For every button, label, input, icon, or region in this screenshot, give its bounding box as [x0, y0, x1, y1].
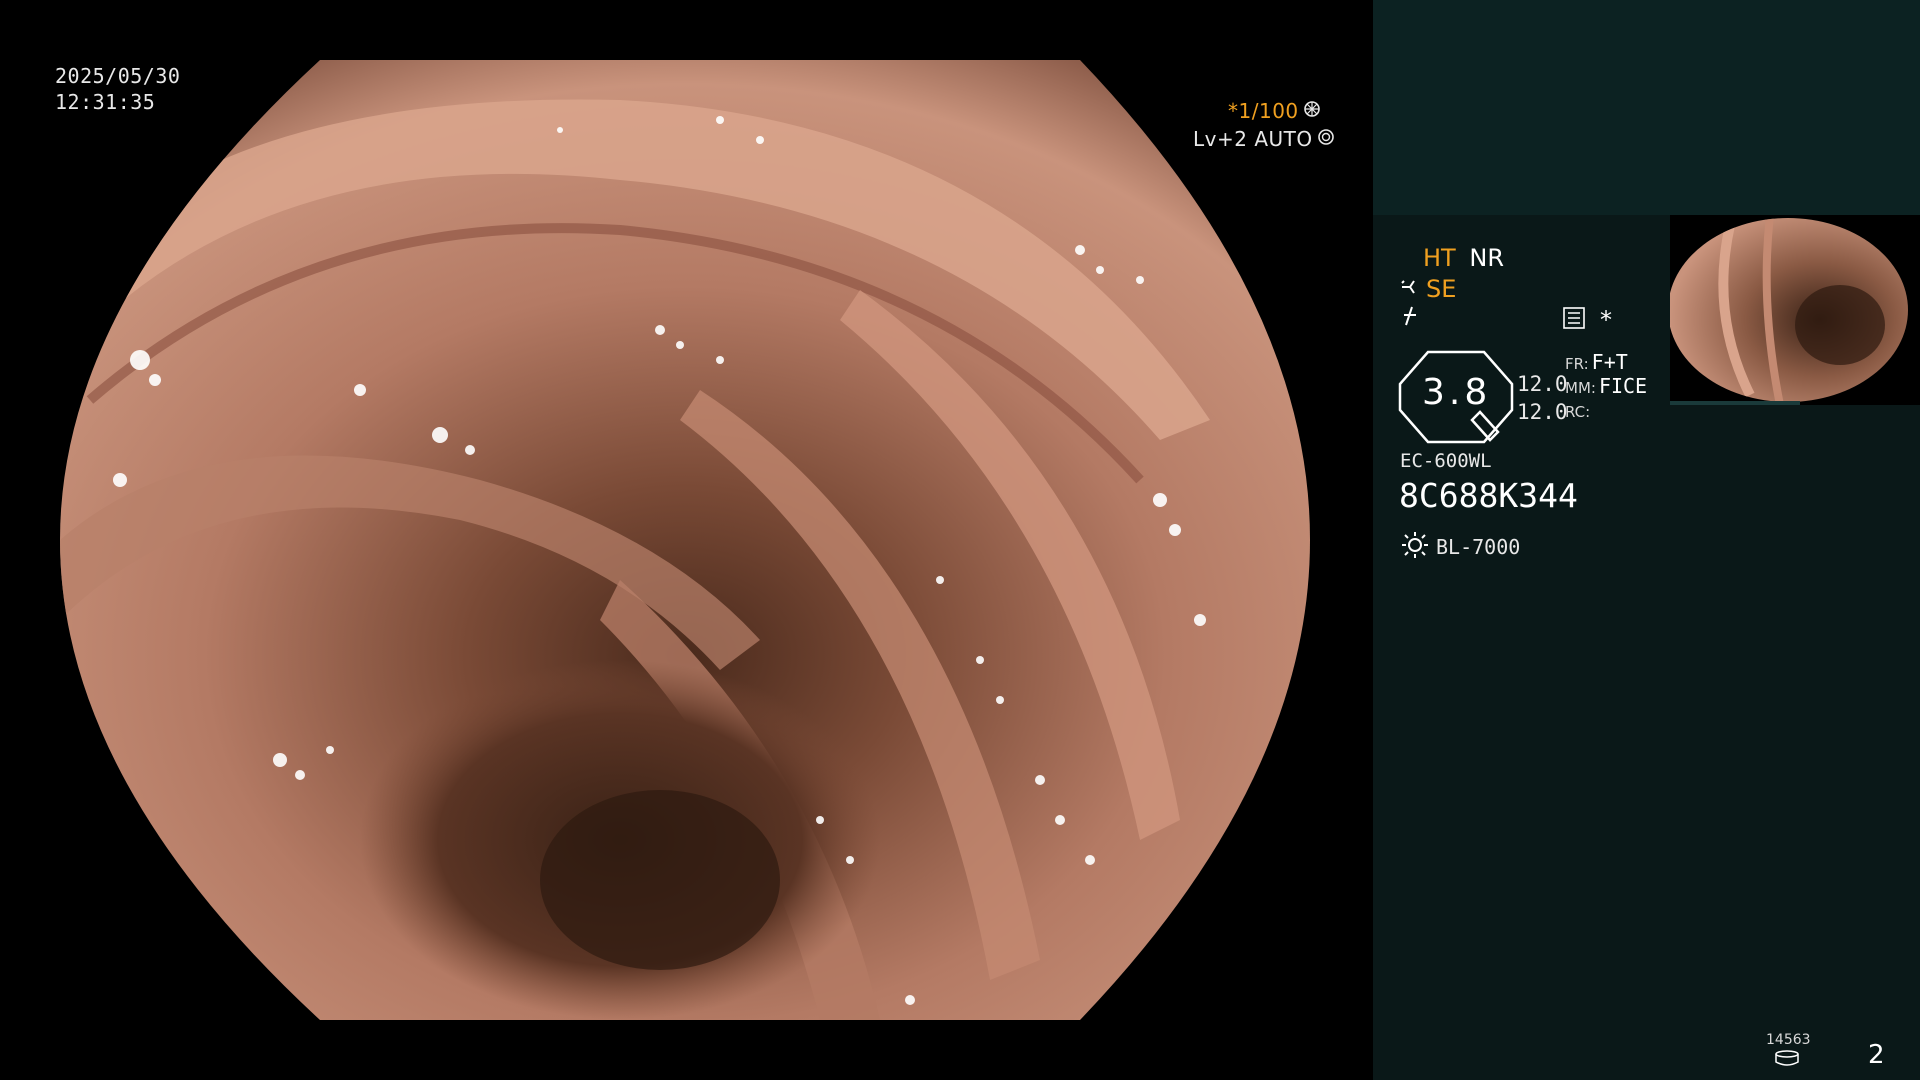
- shutter-value: *1/100: [1228, 99, 1299, 123]
- exposure-level: Lv+2 AUTO: [1193, 127, 1313, 151]
- mm-value: FICE: [1598, 374, 1648, 398]
- time-label: 12:31:35: [55, 90, 156, 114]
- image-count: 14563: [1766, 1032, 1811, 1048]
- ht-label: HT NR: [1423, 244, 1504, 272]
- shutter-indicator: *1/100: [1228, 98, 1321, 124]
- se-row: SE: [1400, 275, 1456, 303]
- thumbnail-preview[interactable]: [1670, 215, 1920, 405]
- rc-label: RC:: [1565, 403, 1591, 421]
- fr-label: FR:: [1565, 355, 1589, 373]
- mm-row: MM: FICE: [1565, 374, 1647, 398]
- shutter-icon: [1303, 98, 1321, 124]
- se-value: SE: [1426, 275, 1457, 303]
- info-panel-header: [1373, 0, 1920, 215]
- date-label: 2025/05/30: [55, 64, 181, 88]
- light-source-value: BL-7000: [1436, 535, 1521, 559]
- nr-value: NR: [1469, 244, 1504, 272]
- fr-row: FR: F+T: [1565, 350, 1628, 374]
- endoscopic-image: [60, 60, 1310, 1020]
- light-source-row: BL-7000: [1400, 530, 1520, 564]
- auto-exposure-icon: [1317, 126, 1335, 152]
- setting-value-1: 12.0: [1517, 372, 1568, 396]
- storage-icon: [1774, 1050, 1800, 1070]
- asterisk-marker: *: [1600, 306, 1612, 334]
- structure-enhance-icon: [1400, 275, 1424, 303]
- color-enhance-icon: [1400, 305, 1424, 331]
- light-source-icon: [1400, 530, 1430, 564]
- scope-serial: 8C688K344: [1399, 476, 1578, 515]
- settings-list-icon: [1563, 307, 1585, 333]
- ht-value: HT: [1423, 244, 1456, 272]
- fr-value: F+T: [1591, 350, 1628, 374]
- scope-model: EC-600WL: [1400, 450, 1492, 472]
- zoom-value: 3.8: [1422, 372, 1492, 413]
- page-number: 2: [1868, 1040, 1885, 1070]
- mm-label: MM:: [1565, 379, 1596, 397]
- exposure-indicator: Lv+2 AUTO: [1193, 126, 1335, 152]
- rc-row: RC:: [1565, 402, 1590, 421]
- setting-value-2: 12.0: [1517, 400, 1568, 424]
